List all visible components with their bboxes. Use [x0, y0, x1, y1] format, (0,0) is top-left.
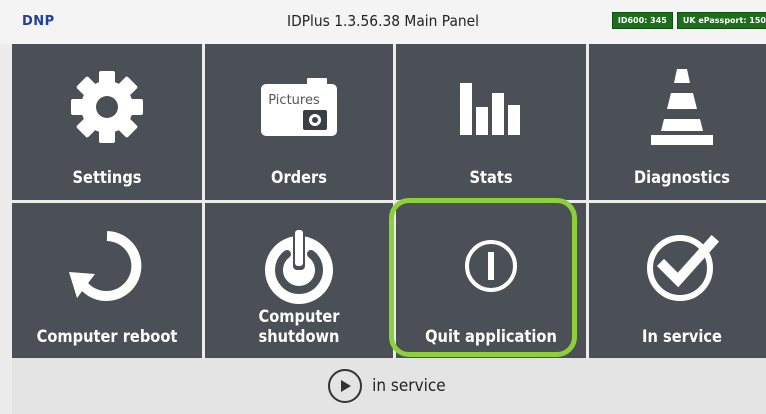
play-icon[interactable] [328, 369, 363, 403]
quit-application-label: Quit application [425, 327, 557, 347]
computer-reboot-button[interactable]: Computer reboot [12, 203, 202, 359]
orders-label: Orders [271, 168, 327, 188]
header-bar: DNP IDPlus 1.3.56.38 Main Panel ID600: 3… [0, 0, 766, 44]
footer-status-bar: in service [12, 358, 766, 414]
status-badges: ID600: 345 UK ePassport: 150 [611, 12, 766, 29]
computer-shutdown-label: Computer shutdown [258, 307, 340, 347]
settings-button[interactable]: Settings [12, 44, 202, 200]
in-service-button[interactable]: In service [589, 203, 766, 359]
stats-button[interactable]: Stats [396, 44, 586, 200]
main-panel-grid: Settings Pictures Orders Stats Diagnosti… [12, 44, 766, 359]
bar-chart-icon [396, 62, 586, 152]
status-badge-uk-epassport: UK ePassport: 150 [676, 12, 766, 29]
quit-icon [396, 221, 586, 311]
reboot-icon [12, 221, 202, 311]
power-icon [205, 221, 393, 311]
traffic-cone-icon [589, 62, 766, 152]
gear-icon [12, 62, 202, 152]
computer-reboot-label: Computer reboot [36, 327, 178, 347]
checkmark-circle-icon [589, 221, 766, 311]
orders-button[interactable]: Pictures Orders [205, 44, 393, 200]
stats-label: Stats [469, 168, 513, 188]
pictures-camera-icon: Pictures [205, 62, 393, 152]
computer-shutdown-button[interactable]: Computer shutdown [205, 203, 393, 359]
in-service-label: In service [642, 327, 722, 347]
diagnostics-label: Diagnostics [633, 168, 730, 188]
settings-label: Settings [72, 168, 142, 188]
diagnostics-button[interactable]: Diagnostics [589, 44, 766, 200]
status-badge-id600: ID600: 345 [611, 12, 673, 29]
quit-application-button[interactable]: Quit application [396, 203, 586, 359]
service-status-text: in service [372, 376, 446, 396]
pictures-icon-text: Pictures [268, 93, 320, 108]
